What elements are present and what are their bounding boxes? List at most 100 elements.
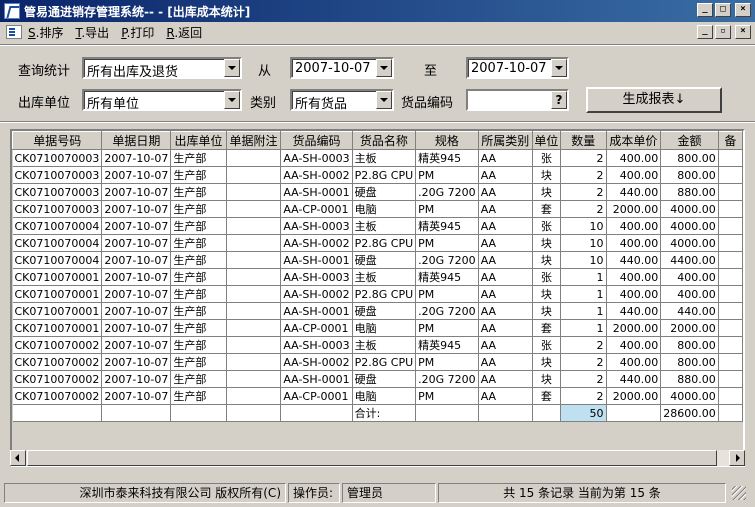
table-row[interactable]: CK0710070001 2007-10-07 生产部 AA-CP-0001 电脑 PM A… bbox=[12, 319, 743, 337]
table-cell: 880.00 bbox=[660, 183, 719, 201]
table-cell: 张 bbox=[532, 336, 562, 354]
table-cell: AA-SH-0003 bbox=[280, 268, 353, 286]
menu-export[interactable]: T.导出 bbox=[75, 24, 109, 41]
menu-return[interactable]: R.返回 bbox=[166, 24, 202, 41]
table-row[interactable]: CK0710070003 2007-10-07 生产部 AA-SH-0001 硬盘 .20… bbox=[12, 183, 743, 201]
table-cell: AA bbox=[478, 387, 533, 405]
table-row[interactable]: CK0710070002 2007-10-07 生产部 AA-CP-0001 电脑 PM A… bbox=[12, 387, 743, 405]
column-header[interactable]: 金额 bbox=[660, 131, 719, 150]
table-cell: 块 bbox=[532, 302, 562, 320]
chevron-down-icon[interactable] bbox=[551, 59, 567, 77]
dept-select[interactable]: 所有单位 bbox=[82, 89, 242, 112]
table-cell: 块 bbox=[532, 234, 562, 252]
column-header[interactable]: 出库单位 bbox=[170, 131, 227, 150]
menu-print[interactable]: P.打印 bbox=[121, 24, 154, 41]
table-cell: 2007-10-07 bbox=[101, 149, 172, 167]
column-header[interactable]: 所属类别 bbox=[477, 131, 533, 150]
table-cell bbox=[718, 285, 743, 303]
chevron-down-icon[interactable] bbox=[224, 59, 240, 77]
table-cell: AA-SH-0001 bbox=[280, 302, 353, 320]
table-cell: 电脑 bbox=[352, 319, 417, 337]
from-date-picker[interactable]: 2007-10-07 bbox=[290, 57, 394, 79]
table-row[interactable]: CK0710070002 2007-10-07 生产部 AA-SH-0002 P2.8G… bbox=[12, 353, 743, 371]
code-input[interactable]: ? bbox=[466, 89, 569, 111]
table-cell bbox=[226, 200, 282, 218]
resize-grip-icon[interactable] bbox=[732, 486, 746, 500]
column-header[interactable]: 成本单价 bbox=[605, 131, 662, 150]
menu-sort[interactable]: S.排序 bbox=[28, 24, 63, 41]
maximize-button[interactable]: □ bbox=[715, 3, 731, 17]
column-header[interactable]: 单据附注 bbox=[225, 131, 282, 150]
column-header[interactable]: 货品编码 bbox=[280, 131, 353, 150]
table-cell: 精英945 bbox=[415, 149, 479, 167]
table-cell: 2007-10-07 bbox=[101, 217, 172, 235]
table-cell: 400.00 bbox=[660, 285, 719, 303]
dept-label: 出库单位 bbox=[18, 96, 71, 111]
column-header[interactable]: 规格 bbox=[415, 131, 479, 150]
table-row[interactable]: CK0710070001 2007-10-07 生产部 AA-SH-0003 主板 精英9… bbox=[12, 268, 743, 286]
document-icon[interactable] bbox=[6, 25, 22, 39]
table-cell bbox=[226, 302, 282, 320]
column-header[interactable]: 备 bbox=[717, 131, 743, 150]
lookup-button[interactable]: ? bbox=[551, 91, 567, 109]
chevron-down-icon[interactable] bbox=[376, 59, 392, 77]
column-header[interactable]: 单据号码 bbox=[12, 131, 103, 150]
report-grid[interactable]: 单据号码 单据日期 出库单位 单据附注 货品编码 货品名称 规格 所属类别 单位 数量 成本单价 金额… bbox=[10, 129, 745, 467]
column-header[interactable]: 数量 bbox=[560, 131, 607, 150]
table-row[interactable]: CK0710070004 2007-10-07 生产部 AA-SH-0002 P2.8G… bbox=[12, 234, 743, 252]
to-date-picker[interactable]: 2007-10-07 bbox=[466, 57, 569, 79]
table-cell: 生产部 bbox=[170, 200, 227, 218]
table-cell: 10 bbox=[560, 251, 607, 269]
table-cell: 生产部 bbox=[170, 234, 227, 252]
child-close-button[interactable]: × bbox=[735, 25, 751, 39]
table-cell: PM bbox=[415, 353, 479, 371]
table-row[interactable]: CK0710070003 2007-10-07 生产部 AA-CP-0001 电脑 PM A… bbox=[12, 200, 743, 218]
table-cell: 块 bbox=[532, 166, 562, 184]
category-select[interactable]: 所有货品 bbox=[290, 89, 394, 112]
table-cell: 2000.00 bbox=[660, 319, 719, 337]
table-row[interactable]: CK0710070003 2007-10-07 生产部 AA-SH-0003 主板 精英9… bbox=[12, 149, 743, 167]
child-window-controls: _ ▫ × bbox=[697, 25, 751, 39]
table-cell bbox=[415, 404, 479, 422]
table-cell: 硬盘 bbox=[352, 370, 417, 388]
table-cell: 2007-10-07 bbox=[101, 353, 172, 371]
table-row[interactable]: CK0710070004 2007-10-07 生产部 AA-SH-0003 主板 精英9… bbox=[12, 217, 743, 235]
horizontal-scrollbar[interactable] bbox=[10, 450, 745, 466]
table-row[interactable]: CK0710070001 2007-10-07 生产部 AA-SH-0002 P2.8G… bbox=[12, 285, 743, 303]
table-row[interactable]: CK0710070003 2007-10-07 生产部 AA-SH-0002 P2.8G… bbox=[12, 166, 743, 184]
close-button[interactable]: × bbox=[735, 3, 751, 17]
table-cell: AA-SH-0001 bbox=[280, 370, 353, 388]
minimize-button[interactable]: _ bbox=[697, 3, 713, 17]
scroll-right-icon[interactable] bbox=[729, 450, 745, 466]
table-row[interactable]: CK0710070001 2007-10-07 生产部 AA-SH-0001 硬盘 .20… bbox=[12, 302, 743, 320]
table-row[interactable]: CK0710070002 2007-10-07 生产部 AA-SH-0003 主板 精英9… bbox=[12, 336, 743, 354]
table-cell: 400.00 bbox=[606, 234, 662, 252]
column-header[interactable]: 货品名称 bbox=[351, 131, 417, 150]
table-cell: 套 bbox=[532, 387, 562, 405]
table-cell: 2007-10-07 bbox=[101, 285, 172, 303]
table-cell bbox=[718, 149, 743, 167]
table-cell: 2 bbox=[560, 353, 607, 371]
status-company: 深圳市泰来科技有限公司 版权所有(C) bbox=[4, 483, 286, 503]
query-select[interactable]: 所有出库及退货 bbox=[82, 57, 242, 80]
column-header[interactable]: 单据日期 bbox=[101, 131, 172, 150]
table-cell: 块 bbox=[532, 251, 562, 269]
column-header[interactable]: 单位 bbox=[531, 131, 562, 150]
child-restore-button[interactable]: ▫ bbox=[715, 25, 731, 39]
chevron-down-icon[interactable] bbox=[224, 91, 240, 109]
chevron-down-icon[interactable] bbox=[376, 91, 392, 109]
table-cell: 2007-10-07 bbox=[101, 302, 172, 320]
table-cell: CK0710070003 bbox=[12, 149, 103, 167]
scroll-left-icon[interactable] bbox=[10, 450, 26, 466]
table-cell bbox=[226, 166, 282, 184]
table-cell: AA bbox=[478, 200, 533, 218]
total-quantity: 50 bbox=[560, 404, 607, 422]
generate-report-button[interactable]: 生成报表↓ bbox=[586, 87, 722, 113]
table-cell: PM bbox=[415, 200, 479, 218]
scroll-thumb[interactable] bbox=[27, 450, 717, 466]
table-cell: 精英945 bbox=[415, 268, 479, 286]
table-row[interactable]: CK0710070004 2007-10-07 生产部 AA-SH-0001 硬盘 .20… bbox=[12, 251, 743, 269]
table-row[interactable]: CK0710070002 2007-10-07 生产部 AA-SH-0001 硬盘 .20… bbox=[12, 370, 743, 388]
child-minimize-button[interactable]: _ bbox=[697, 25, 713, 39]
table-cell: 440.00 bbox=[660, 302, 719, 320]
